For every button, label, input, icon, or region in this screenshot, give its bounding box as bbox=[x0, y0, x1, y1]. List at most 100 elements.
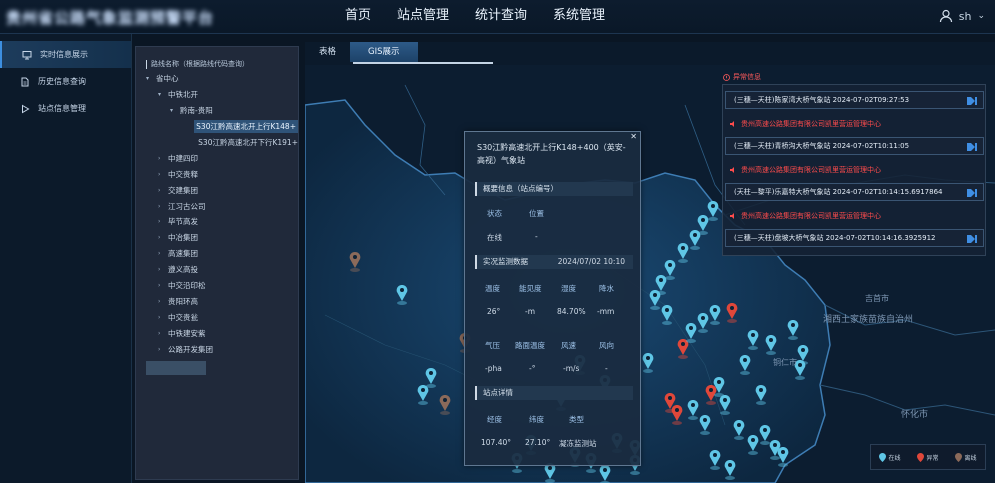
humidity-header: 湿度 bbox=[561, 284, 576, 293]
pin-offline-icon bbox=[955, 452, 963, 462]
sidebar-item-realtime[interactable]: 实时信息展示 bbox=[0, 41, 131, 68]
tree-node-label: 江习古公司 bbox=[168, 201, 206, 211]
tree-header-label: 路线名称（根据路线代码查询） bbox=[151, 60, 249, 68]
chevron-right-icon: › bbox=[158, 345, 161, 353]
station-popup: ✕ S30江黔高速北开上行K148+400（英安-高视）气象站 概要信息（站点编… bbox=[464, 131, 641, 466]
tree-node-label: 毕节高发 bbox=[168, 217, 198, 227]
tab-gis[interactable]: GIS展示 bbox=[350, 42, 418, 62]
arrow-right-icon[interactable] bbox=[967, 189, 977, 197]
location-header: 位置 bbox=[529, 209, 544, 218]
tree-node[interactable]: › 贵阳环高 bbox=[136, 293, 298, 309]
sidebar-item-station-info[interactable]: 站点信息管理 bbox=[0, 95, 131, 122]
popup-title: S30江黔高速北开上行K148+400（英安-高视）气象站 bbox=[477, 143, 626, 165]
type-header: 类型 bbox=[569, 415, 584, 424]
tree-node[interactable]: › 中交沿印松 bbox=[136, 278, 298, 294]
tree-node[interactable]: › 毕节高发 bbox=[136, 214, 298, 230]
tree-node[interactable]: › 高速集团 bbox=[136, 246, 298, 262]
arrow-right-icon[interactable] bbox=[967, 97, 977, 105]
tree-node[interactable]: › 中交贵释 bbox=[136, 166, 298, 182]
chevron-right-icon: › bbox=[158, 234, 161, 242]
road-temp-header: 路面温度 bbox=[515, 341, 545, 350]
tree-node[interactable]: › 遵义高投 bbox=[136, 262, 298, 278]
nav-system-management[interactable]: 系统管理 bbox=[540, 0, 618, 34]
chevron-right-icon: › bbox=[158, 218, 161, 226]
alert-row[interactable]: (三穗—天柱)陈家湾大桥气象站 2024-07-02T09:27:53 bbox=[725, 91, 984, 109]
tree-node[interactable]: › 中建四印 bbox=[136, 150, 298, 166]
map-label-jishou: 吉首市 bbox=[865, 293, 889, 303]
pin-online-icon bbox=[879, 452, 887, 462]
tab-table[interactable]: 表格 bbox=[305, 42, 350, 62]
alert-row[interactable]: (三穗—天柱)青桥沟大桥气象站 2024-07-02T10:11:05 bbox=[725, 137, 984, 155]
wind-dir-value: - bbox=[605, 364, 608, 373]
tree-node-label: 中铁北开 bbox=[168, 90, 198, 100]
tree-node-label: 黔南-贵阳 bbox=[180, 106, 213, 116]
tree-node-label: 高速集团 bbox=[168, 249, 198, 259]
sidebar-item-label: 实时信息展示 bbox=[40, 50, 88, 59]
tree-node[interactable]: › 江习古公司 bbox=[136, 198, 298, 214]
alert-text: 贵州高速公路集团有限公司凯里营运管理中心 bbox=[741, 120, 881, 128]
tree-node-label: 中交贵释 bbox=[168, 169, 198, 179]
wind-speed-header: 风速 bbox=[561, 341, 576, 350]
arrow-right-icon[interactable] bbox=[967, 143, 977, 151]
alert-panel: (三穗—天柱)陈家湾大桥气象站 2024-07-02T09:27:53 贵州高速… bbox=[722, 84, 986, 256]
precip-header: 降水 bbox=[599, 284, 614, 293]
monitor-section: 实况监测数据 2024/07/02 10:10 bbox=[475, 255, 633, 269]
tree-node-label: 交建集团 bbox=[168, 185, 198, 195]
map-label-tongren: 铜仁市 bbox=[773, 357, 797, 367]
tree-node-label: 公路开发集团 bbox=[168, 344, 213, 354]
alert-text: 贵州高速公路集团有限公司凯里营运管理中心 bbox=[741, 212, 881, 220]
tree-node[interactable]: › 交建集团 bbox=[136, 182, 298, 198]
play-icon bbox=[22, 104, 30, 113]
precip-value: -mm bbox=[597, 307, 615, 316]
detail-section: 站点详情 bbox=[475, 386, 633, 400]
tree-node-label: 中冶集团 bbox=[168, 233, 198, 243]
nav-statistics[interactable]: 统计查询 bbox=[462, 0, 540, 34]
tree-node[interactable]: ▾ 中铁北开 bbox=[136, 87, 298, 103]
wind-dir-header: 风向 bbox=[599, 341, 614, 350]
nav-home[interactable]: 首页 bbox=[332, 0, 384, 34]
arrow-right-icon[interactable] bbox=[967, 235, 977, 243]
tree-node[interactable]: › 中铁建安紫 bbox=[136, 325, 298, 341]
tree-node[interactable]: › 中交贵瓮 bbox=[136, 309, 298, 325]
longitude-header: 经度 bbox=[487, 415, 502, 424]
legend-abnormal: 异常 bbox=[917, 452, 939, 462]
close-icon[interactable]: ✕ bbox=[630, 132, 637, 141]
tree-scrollbar[interactable] bbox=[146, 361, 206, 375]
chevron-down-icon: ▾ bbox=[158, 91, 162, 99]
alert-row[interactable]: (三穗—天柱)盘坡大桥气象站 2024-07-02T10:14:16.39259… bbox=[725, 229, 984, 247]
tree-node[interactable]: S30江黔高速北开上行K148+ bbox=[136, 119, 298, 135]
chevron-down-icon: ⌄ bbox=[977, 11, 985, 21]
chevron-right-icon: › bbox=[158, 186, 161, 194]
chevron-right-icon: › bbox=[158, 202, 161, 210]
chevron-right-icon: › bbox=[158, 282, 161, 290]
nav-station-management[interactable]: 站点管理 bbox=[384, 0, 462, 34]
view-tabs: 表格 GIS展示 bbox=[305, 42, 995, 62]
map-legend: 在线 异常 离线 bbox=[870, 444, 986, 470]
sidebar-item-history[interactable]: 历史信息查询 bbox=[0, 68, 131, 95]
pressure-header: 气压 bbox=[485, 341, 500, 350]
tree-node-label: 遵义高投 bbox=[168, 265, 198, 275]
map-label-xiangxi: 湘西土家族苗族自治州 bbox=[823, 313, 913, 325]
tree-node[interactable]: › 中冶集团 bbox=[136, 230, 298, 246]
alert-panel-title: 异常信息 bbox=[723, 72, 761, 82]
alert-row[interactable]: (天柱—黎平)乐嘉特大桥气象站 2024-07-02T10:14:15.6917… bbox=[725, 183, 984, 201]
tree-node[interactable]: ▾ 省中心 bbox=[136, 71, 298, 87]
user-menu[interactable]: sh ⌄ bbox=[939, 9, 985, 23]
tree-node[interactable]: S30江黔高速北开下行K191+ bbox=[136, 135, 298, 151]
tree-node-label: S30江黔高速北开下行K191+ bbox=[198, 138, 298, 147]
visibility-value: -m bbox=[525, 307, 536, 316]
tab-underline bbox=[353, 62, 493, 64]
visibility-header: 能见度 bbox=[519, 284, 542, 293]
tree-node[interactable]: › 公路开发集团 bbox=[136, 341, 298, 357]
user-icon bbox=[939, 9, 952, 23]
section-label: 站点详情 bbox=[483, 388, 513, 397]
tree-node[interactable]: ▾ 黔南-贵阳 bbox=[136, 103, 298, 119]
chevron-right-icon: › bbox=[158, 250, 161, 258]
legend-label: 离线 bbox=[964, 454, 977, 462]
legend-label: 在线 bbox=[888, 454, 901, 462]
sidebar-item-label: 历史信息查询 bbox=[38, 77, 86, 86]
alert-title-label: 异常信息 bbox=[733, 73, 761, 81]
chevron-right-icon: › bbox=[158, 329, 161, 337]
speaker-icon bbox=[730, 213, 734, 219]
latitude-value: 27.10° bbox=[525, 438, 551, 447]
